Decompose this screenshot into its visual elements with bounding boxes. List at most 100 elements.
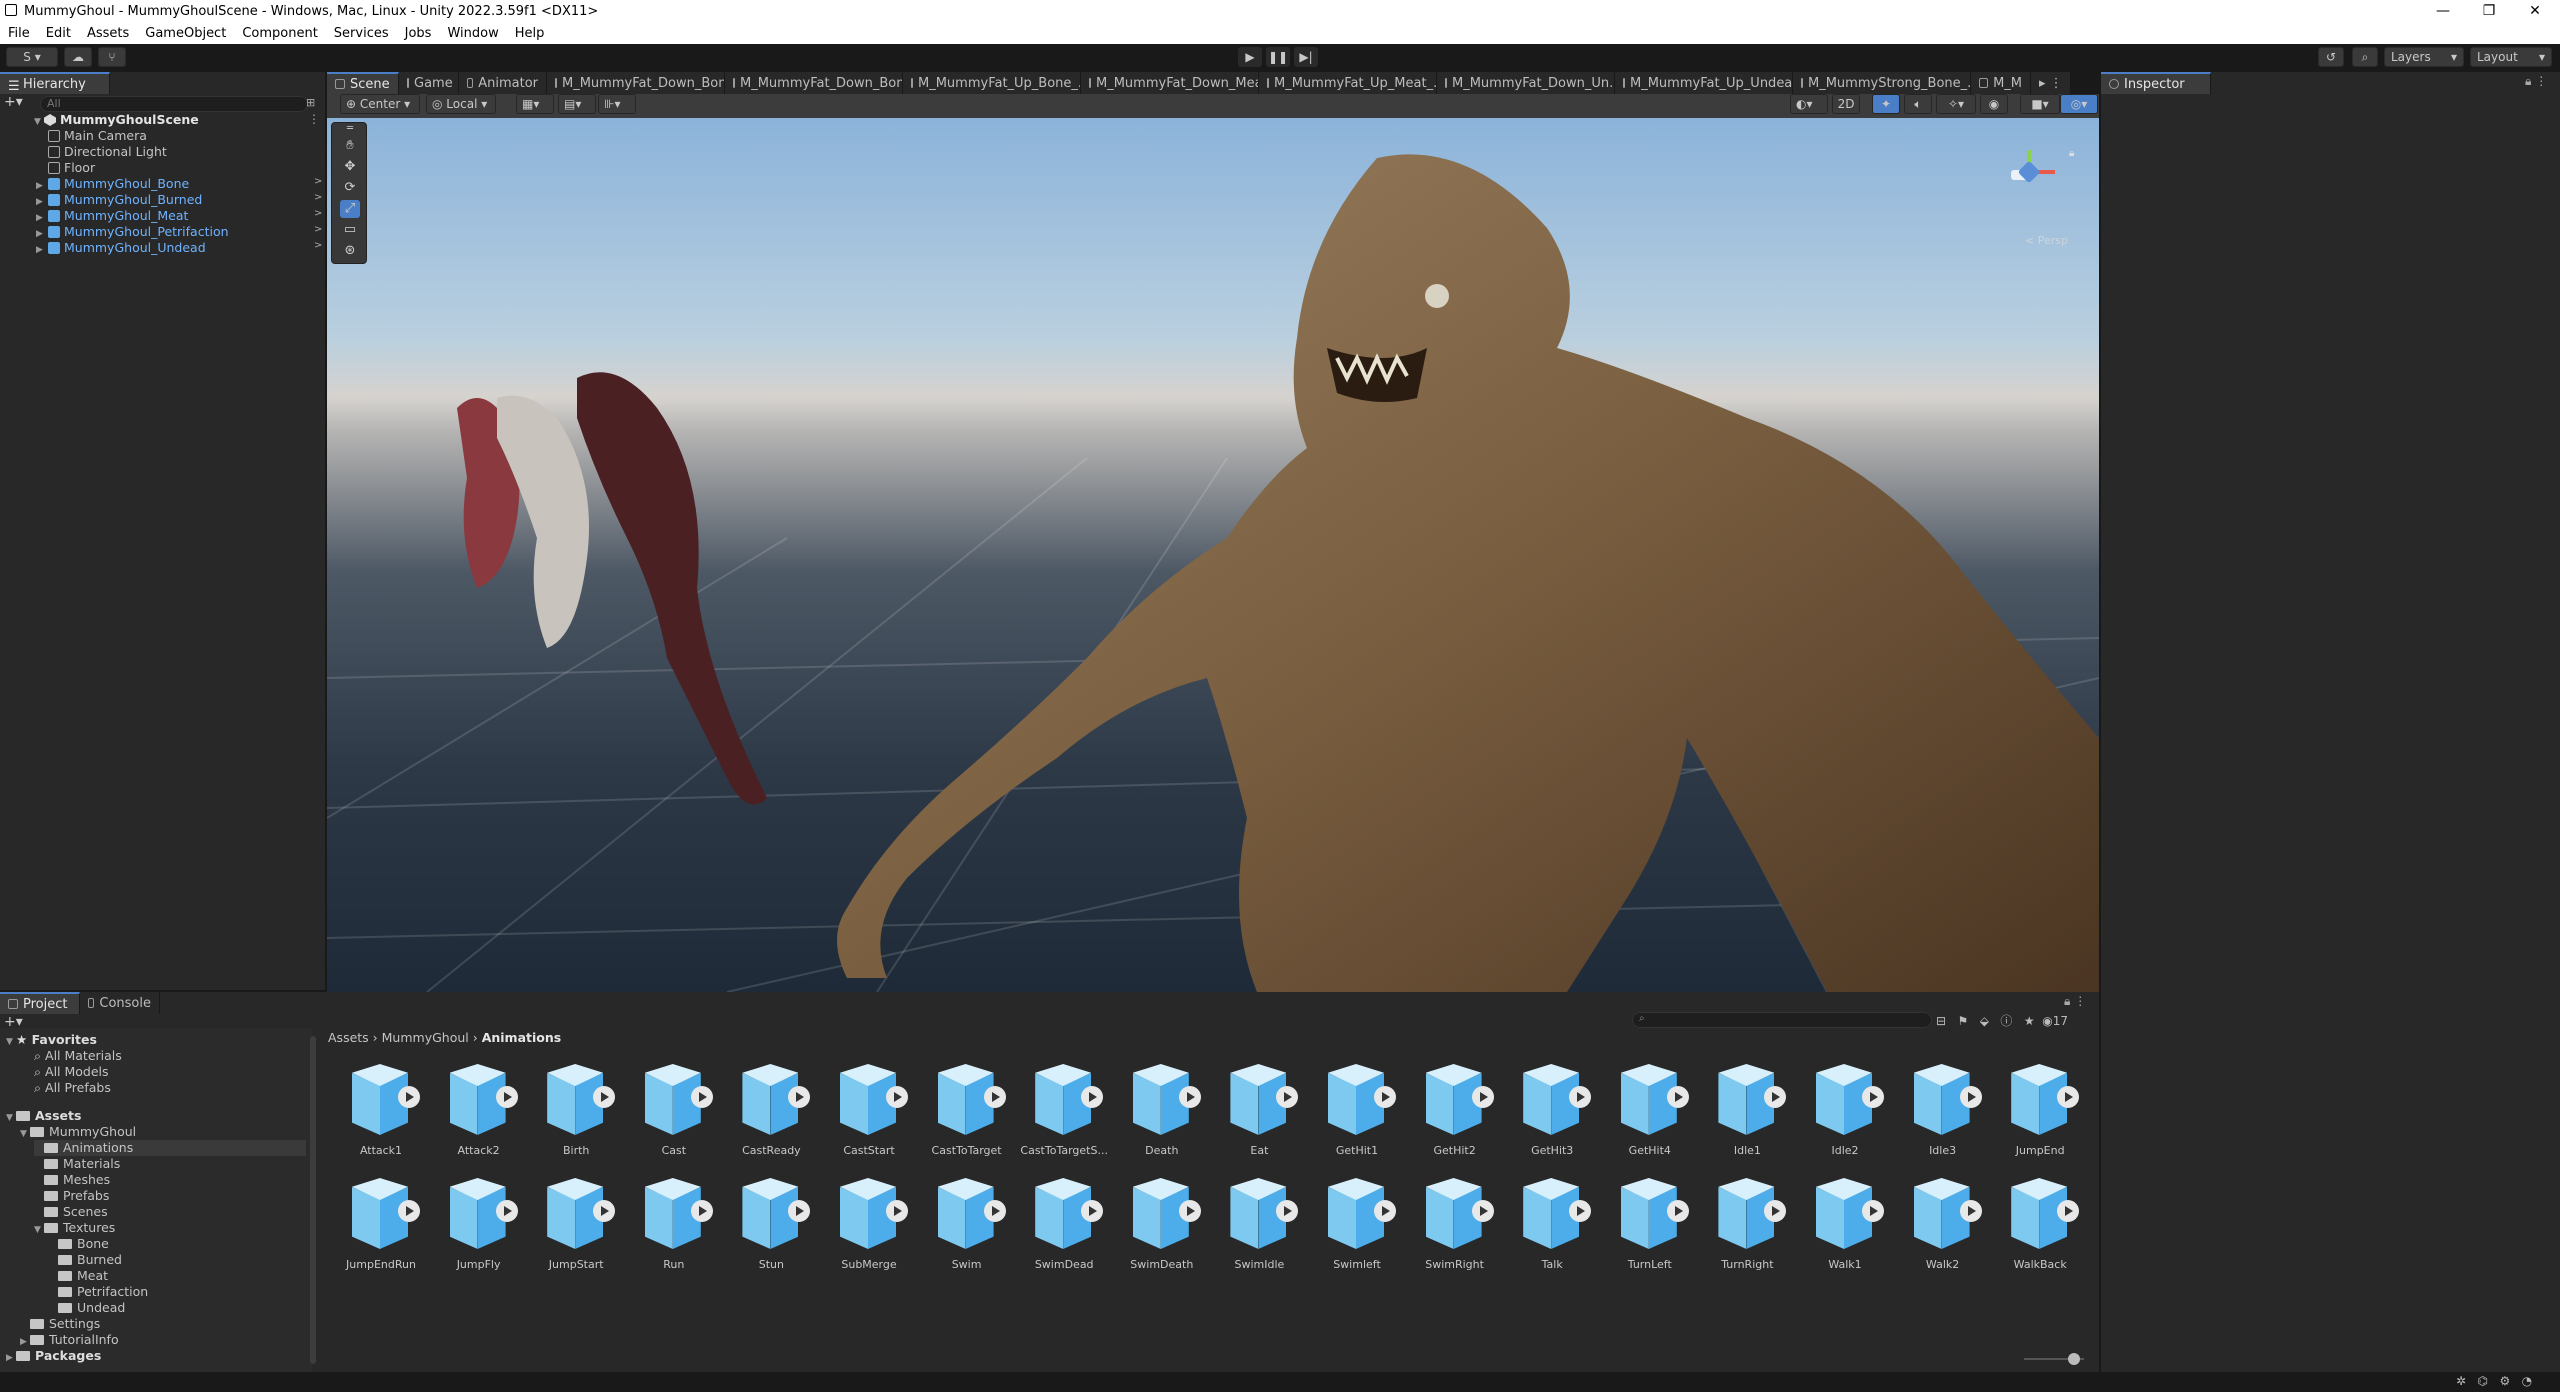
inspector-lock-icon[interactable]: 🔒︎ ⋮ <box>2525 74 2547 89</box>
minimize-button[interactable]: — <box>2420 0 2466 22</box>
animation-asset-tile[interactable]: GetHit4 <box>1601 1056 1699 1168</box>
play-preview-icon[interactable] <box>1374 1200 1396 1222</box>
menu-item-component[interactable]: Component <box>234 26 325 41</box>
folder-item[interactable]: Burned <box>48 1252 306 1268</box>
layout-dropdown[interactable]: Layout ▾ <box>2470 47 2552 67</box>
search-by-label-icon[interactable]: ⚑ <box>1958 1014 1969 1028</box>
layers-dropdown[interactable]: Layers ▾ <box>2384 47 2464 67</box>
camera-settings-icon[interactable]: ■▾ <box>2020 94 2060 114</box>
animation-asset-tile[interactable]: CastToTargetS... <box>1015 1056 1113 1168</box>
scale-tool-icon[interactable]: ⤢ <box>340 200 360 218</box>
play-preview-icon[interactable] <box>1276 1200 1299 1222</box>
animation-asset-tile[interactable]: CastToTarget <box>918 1056 1016 1168</box>
animation-asset-tile[interactable]: SubMerge <box>820 1170 918 1282</box>
open-prefab-chevron-icon[interactable]: > <box>314 208 322 219</box>
open-prefab-chevron-icon[interactable]: > <box>314 224 322 235</box>
project-search-input[interactable]: ⌕ <box>1632 1012 1932 1028</box>
menu-item-file[interactable]: File <box>0 26 38 41</box>
expand-arrow-icon[interactable]: ▶ <box>36 210 46 226</box>
folder-item[interactable]: Meat <box>48 1268 306 1284</box>
search-by-type-icon[interactable]: ⊟ <box>1936 1014 1946 1028</box>
packages-folder[interactable]: ▶ Packages <box>6 1348 306 1364</box>
tab-material-11[interactable]: M_M <box>1971 72 2031 94</box>
rect-tool-icon[interactable]: ▭ <box>340 221 360 239</box>
toggle-2d-button[interactable]: 2D <box>1832 94 1860 114</box>
animation-asset-tile[interactable]: SwimRight <box>1406 1170 1504 1282</box>
tab-hierarchy[interactable]: ☰ Hierarchy <box>0 72 110 94</box>
animation-asset-tile[interactable]: Walk1 <box>1796 1170 1894 1282</box>
draw-mode-icon[interactable]: ◐▾ <box>1790 94 1828 114</box>
tag-icon[interactable]: ⬙ <box>1980 1014 1989 1028</box>
grid-snap-icon[interactable]: ▦▾ <box>516 94 554 114</box>
cache-icon[interactable]: ⚙ <box>2499 1374 2510 1388</box>
animation-asset-tile[interactable]: JumpStart <box>527 1170 625 1282</box>
play-preview-icon[interactable] <box>1666 1200 1689 1222</box>
hand-tool-icon[interactable]: ✋︎ <box>340 137 360 155</box>
cloud-icon[interactable]: ☁ <box>64 47 92 67</box>
folder-item[interactable]: Settings <box>20 1316 306 1332</box>
animation-asset-tile[interactable]: GetHit3 <box>1503 1056 1601 1168</box>
play-preview-icon[interactable] <box>1178 1086 1201 1108</box>
play-preview-icon[interactable] <box>1959 1200 1982 1222</box>
menu-item-window[interactable]: Window <box>439 26 506 41</box>
tab-game[interactable]: Game <box>399 72 459 94</box>
progress-icon[interactable]: ◔ <box>2522 1374 2532 1388</box>
play-preview-icon[interactable] <box>690 1086 713 1108</box>
hierarchy-search-input[interactable]: All <box>40 96 308 112</box>
project-lock-icon[interactable]: 🔒︎ ⋮ <box>2064 994 2086 1009</box>
hierarchy-item[interactable]: ▶ MummyGhoul_Bone <box>36 176 189 192</box>
tab-console[interactable]: Console <box>80 992 160 1014</box>
play-preview-icon[interactable] <box>1569 1086 1592 1108</box>
maximize-button[interactable]: ❐ <box>2466 0 2512 22</box>
undo-history-icon[interactable]: ↺ <box>2318 47 2344 67</box>
projection-label[interactable]: < Persp <box>2025 234 2068 247</box>
tab-project[interactable]: Project <box>0 992 80 1014</box>
assets-root-folder[interactable]: ▼ Assets <box>6 1108 306 1124</box>
close-button[interactable]: ✕ <box>2512 0 2558 22</box>
gizmos-icon[interactable]: ◎▾ <box>2060 94 2098 114</box>
animation-asset-tile[interactable]: WalkBack <box>1991 1170 2089 1282</box>
scene-root-row[interactable]: ▼ MummyGhoulScene <box>34 112 199 128</box>
tab-animator[interactable]: Animator <box>459 72 547 94</box>
zoom-slider[interactable] <box>2024 1353 2084 1365</box>
tab-material-3[interactable]: M_MummyFat_Down_Bon... <box>547 72 725 94</box>
folder-item[interactable]: Materials <box>34 1156 306 1172</box>
debug-icon[interactable]: ✲ <box>2456 1374 2466 1388</box>
animation-asset-tile[interactable]: GetHit2 <box>1406 1056 1504 1168</box>
play-preview-icon[interactable] <box>788 1200 811 1222</box>
play-preview-icon[interactable] <box>1178 1200 1201 1222</box>
tab-material-6[interactable]: M_MummyFat_Down_Mea... <box>1081 72 1259 94</box>
menu-item-jobs[interactable]: Jobs <box>397 26 440 41</box>
tab-material-4[interactable]: M_MummyFat_Down_Bon... <box>725 72 903 94</box>
folder-item[interactable]: Scenes <box>34 1204 306 1220</box>
favorite-search[interactable]: ⌕ All Materials <box>34 1048 306 1064</box>
play-preview-icon[interactable] <box>1959 1086 1982 1108</box>
play-preview-icon[interactable] <box>983 1086 1006 1108</box>
step-button[interactable]: ▶| <box>1294 47 1318 67</box>
account-button[interactable]: S ▾ <box>6 47 58 67</box>
play-preview-icon[interactable] <box>1374 1086 1396 1108</box>
play-preview-icon[interactable] <box>495 1086 518 1108</box>
folder-item[interactable]: Animations <box>34 1140 306 1156</box>
animation-asset-tile[interactable]: Run <box>625 1170 723 1282</box>
expand-arrow-icon[interactable]: ▶ <box>36 226 46 242</box>
folder-item[interactable]: ▼ MummyGhoul <box>20 1124 306 1140</box>
animation-asset-tile[interactable]: Cast <box>625 1056 723 1168</box>
tab-material-8[interactable]: M_MummyFat_Down_Un... <box>1437 72 1615 94</box>
audio-icon[interactable]: 🔈︎ <box>1904 94 1932 114</box>
play-preview-icon[interactable] <box>2057 1086 2080 1108</box>
play-preview-icon[interactable] <box>886 1086 908 1108</box>
animation-asset-tile[interactable]: Talk <box>1503 1170 1601 1282</box>
play-preview-icon[interactable] <box>398 1086 420 1108</box>
orientation-gizmo[interactable]: < Persp 🔒︎ <box>1997 132 2077 247</box>
animation-asset-tile[interactable]: JumpEndRun <box>332 1170 430 1282</box>
play-button[interactable]: ▶ <box>1238 47 1262 67</box>
play-preview-icon[interactable] <box>1764 1200 1787 1222</box>
menu-item-edit[interactable]: Edit <box>38 26 79 41</box>
folder-item[interactable]: Meshes <box>34 1172 306 1188</box>
hierarchy-item[interactable]: Floor <box>48 160 95 176</box>
expand-arrow-icon[interactable]: ▶ <box>36 242 46 258</box>
breadcrumb-item[interactable]: MummyGhoul <box>382 1030 469 1045</box>
open-prefab-chevron-icon[interactable]: > <box>314 192 322 203</box>
folder-item[interactable]: Undead <box>48 1300 306 1316</box>
